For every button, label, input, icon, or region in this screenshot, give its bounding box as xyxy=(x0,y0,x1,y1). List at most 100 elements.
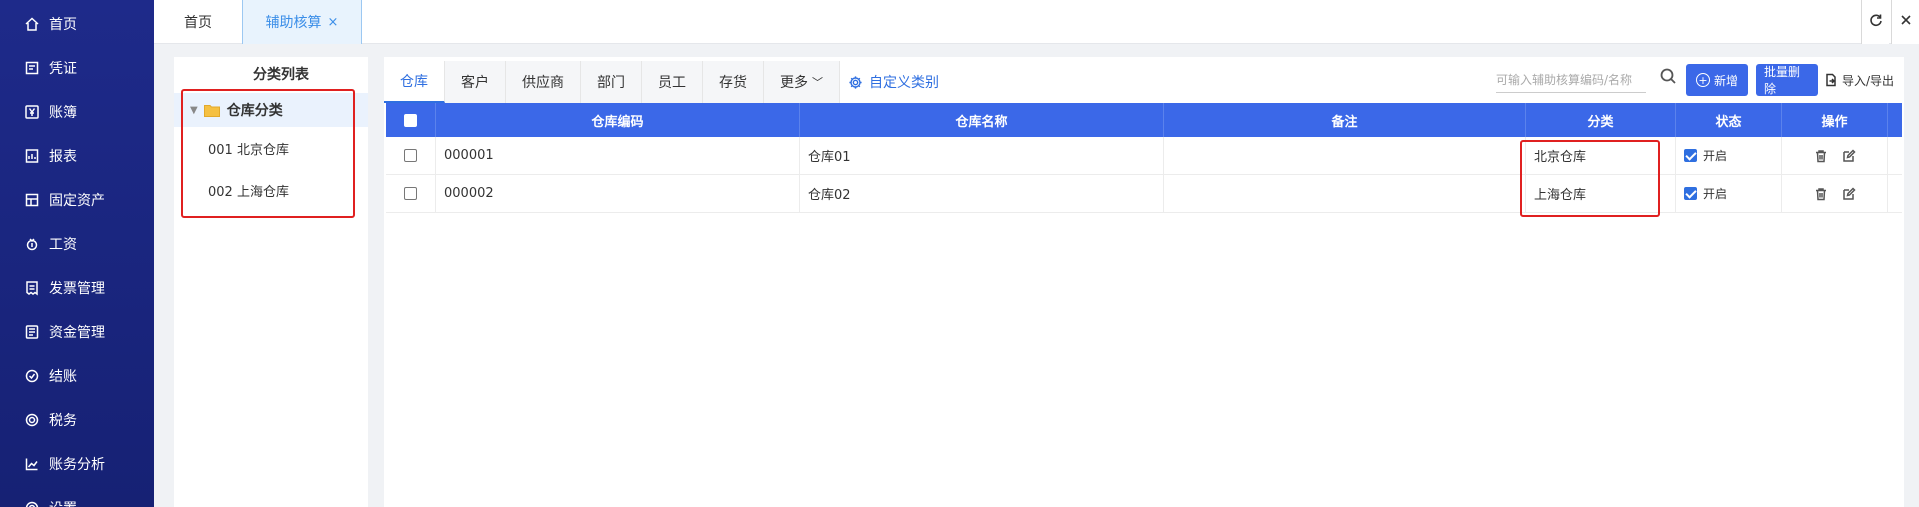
tab-supplier[interactable]: 供应商 xyxy=(506,61,581,103)
trash-icon[interactable] xyxy=(1814,149,1828,163)
status-toggle[interactable]: 开启 xyxy=(1684,185,1727,202)
main-panel: 仓库 客户 供应商 部门 员工 存货 更多 ﹀ 自定义类别 + 新增 批量删除 导… xyxy=(384,57,1904,507)
invoice-icon xyxy=(24,280,40,296)
column-header: 状态 xyxy=(1676,103,1782,137)
tree-node-label: 002 上海仓库 xyxy=(208,184,289,200)
caret-down-icon[interactable]: ▼ xyxy=(190,105,198,116)
sidebar-item-salary[interactable]: 工资 xyxy=(0,222,154,266)
sidebar-item-fixed-asset[interactable]: 固定资产 xyxy=(0,178,154,222)
row-spacer xyxy=(1888,137,1902,174)
sidebar-item-report[interactable]: 报表 xyxy=(0,134,154,178)
import-export-icon xyxy=(1826,73,1836,87)
column-header: 仓库名称 xyxy=(800,103,1164,137)
sidebar-item-label: 固定资产 xyxy=(49,193,105,209)
sidebar-item-label: 凭证 xyxy=(49,61,77,77)
tree-node-beijing[interactable]: 001 北京仓库 xyxy=(174,127,368,169)
cell-remark xyxy=(1164,137,1526,174)
row-checkbox-cell[interactable] xyxy=(386,175,436,212)
analysis-icon xyxy=(24,456,40,472)
sidebar-item-ledger[interactable]: 账簿 xyxy=(0,90,154,134)
row-checkbox[interactable] xyxy=(404,149,417,162)
tab-customer[interactable]: 客户 xyxy=(445,61,506,103)
tab-label: 存货 xyxy=(719,75,747,91)
tab-label: 部门 xyxy=(597,75,625,91)
top-tab-label: 辅助核算 xyxy=(265,15,322,31)
top-tab-bar: 首页 辅助核算 × xyxy=(154,0,1919,44)
sidebar-item-label: 工资 xyxy=(49,237,77,253)
select-all-checkbox-cell[interactable] xyxy=(386,103,436,137)
tab-more[interactable]: 更多 ﹀ xyxy=(764,61,840,103)
row-checkbox-cell[interactable] xyxy=(386,137,436,174)
top-tab-home[interactable]: 首页 xyxy=(154,0,242,44)
tree-node-shanghai[interactable]: 002 上海仓库 xyxy=(174,169,368,211)
cell-name: 仓库01 xyxy=(800,137,1164,174)
row-spacer xyxy=(1888,175,1902,212)
top-tab-auxiliary-accounting[interactable]: 辅助核算 × xyxy=(242,0,362,44)
trash-icon[interactable] xyxy=(1814,187,1828,201)
folder-icon xyxy=(203,104,220,117)
tax-icon xyxy=(24,412,40,428)
fund-icon xyxy=(24,324,40,340)
column-header: 操作 xyxy=(1782,103,1888,137)
sidebar-item-tax[interactable]: 税务 xyxy=(0,398,154,442)
table-row: 000001 仓库01 北京仓库 开启 xyxy=(386,137,1902,175)
refresh-button[interactable] xyxy=(1861,0,1889,44)
tab-employee[interactable]: 员工 xyxy=(642,61,703,103)
cell-code: 000001 xyxy=(436,137,800,174)
add-button-label: 新增 xyxy=(1713,73,1738,88)
sidebar-item-analysis[interactable]: 账务分析 xyxy=(0,442,154,486)
tab-label: 仓库 xyxy=(400,74,428,90)
search-icon[interactable] xyxy=(1659,67,1679,87)
tab-inventory[interactable]: 存货 xyxy=(703,61,764,103)
cell-status: 开启 xyxy=(1676,175,1782,212)
category-tabs: 仓库 客户 供应商 部门 员工 存货 更多 ﹀ 自定义类别 xyxy=(384,57,939,103)
edit-icon[interactable] xyxy=(1842,186,1856,201)
table-row: 000002 仓库02 上海仓库 开启 xyxy=(386,175,1902,213)
sidebar-item-settings[interactable]: 设置 xyxy=(0,486,154,507)
cell-category: 上海仓库 xyxy=(1526,175,1676,212)
column-header: 分类 xyxy=(1526,103,1676,137)
tab-department[interactable]: 部门 xyxy=(581,61,642,103)
search-input[interactable] xyxy=(1496,67,1646,93)
sidebar-item-label: 税务 xyxy=(49,413,77,429)
close-icon xyxy=(1899,13,1913,31)
plus-circle-icon: + xyxy=(1695,73,1710,87)
select-all-checkbox[interactable] xyxy=(404,113,417,127)
batch-delete-button[interactable]: 批量删除 xyxy=(1756,64,1818,96)
status-checkbox[interactable] xyxy=(1684,187,1697,200)
status-checkbox[interactable] xyxy=(1684,149,1697,162)
sidebar-item-label: 账簿 xyxy=(49,105,77,121)
cell-name: 仓库02 xyxy=(800,175,1164,212)
tab-label: 员工 xyxy=(658,75,686,91)
report-icon xyxy=(24,148,40,164)
close-window-button[interactable] xyxy=(1891,0,1919,44)
tab-label: 供应商 xyxy=(522,75,564,91)
tree-node-label: 仓库分类 xyxy=(226,103,283,119)
sidebar-item-home[interactable]: 首页 xyxy=(0,2,154,46)
close-icon[interactable]: × xyxy=(328,15,339,30)
sidebar-item-invoice[interactable]: 发票管理 xyxy=(0,266,154,310)
header-spacer xyxy=(1888,103,1902,137)
tree-node-warehouse-category[interactable]: ▼ 仓库分类 xyxy=(174,93,368,127)
salary-icon xyxy=(24,236,40,252)
add-button[interactable]: + 新增 xyxy=(1686,64,1748,96)
sidebar-item-label: 账务分析 xyxy=(49,457,105,473)
sidebar-item-label: 结账 xyxy=(49,369,77,385)
sidebar-item-label: 资金管理 xyxy=(49,325,105,341)
table-header: 仓库编码 仓库名称 备注 分类 状态 操作 xyxy=(386,103,1902,137)
column-header: 备注 xyxy=(1164,103,1526,137)
sidebar-item-close-account[interactable]: 结账 xyxy=(0,354,154,398)
custom-category-link[interactable]: 自定义类别 xyxy=(840,61,939,103)
status-toggle[interactable]: 开启 xyxy=(1684,147,1727,164)
cell-actions xyxy=(1782,175,1888,212)
sidebar-item-voucher[interactable]: 凭证 xyxy=(0,46,154,90)
close-account-icon xyxy=(24,368,40,384)
tab-label: 客户 xyxy=(461,75,489,91)
sidebar-item-fund[interactable]: 资金管理 xyxy=(0,310,154,354)
import-export-button[interactable]: 导入/导出 xyxy=(1824,64,1894,96)
tab-warehouse[interactable]: 仓库 xyxy=(384,61,445,103)
row-checkbox[interactable] xyxy=(404,187,417,200)
edit-icon[interactable] xyxy=(1842,148,1856,163)
custom-category-label: 自定义类别 xyxy=(869,75,939,91)
cell-category: 北京仓库 xyxy=(1526,137,1676,174)
